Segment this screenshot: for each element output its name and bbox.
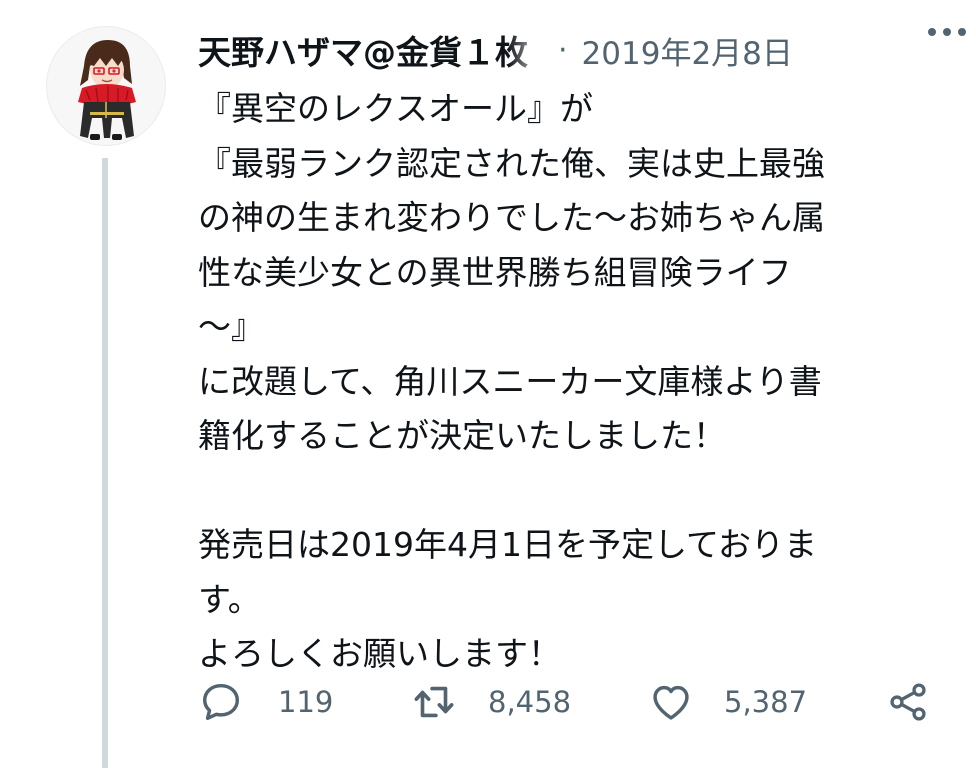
tweet-text-line: 『最弱ランク認定された俺、実は史上最強 (198, 143, 825, 183)
tweet-text-line: 『異空のレクスオール』が (198, 89, 594, 128)
tweet-text: 『異空のレクスオール』が 『最弱ランク認定された俺、実は史上最強 の神の生まれ変… (198, 82, 938, 682)
retweet-icon (414, 686, 454, 718)
like-button[interactable]: 5,387 (648, 674, 807, 730)
like-count: 5,387 (724, 685, 808, 719)
share-icon (890, 683, 926, 721)
retweet-count: 8,458 (488, 685, 572, 719)
tweet-text-line: の神の生まれ変わりでした〜お姉ちゃん属 (198, 198, 825, 237)
tweet-header: 天野ハザマ@金貨１枚 · 2019年2月8日 (198, 20, 968, 80)
tweet-actions: 119 8,458 5,387 (198, 674, 938, 730)
tweet-text-line: に改題して、角川スニーカー文庫様より書 (198, 361, 822, 401)
tweet: 天野ハザマ@金貨１枚 · 2019年2月8日 『異空のレクスオール』が 『最弱ラ… (0, 0, 976, 768)
reply-icon (202, 683, 240, 721)
tweet-text-line: 〜』 (198, 307, 264, 346)
header-separator: · (558, 32, 568, 68)
tweet-text-line: 籍化することが決定いたしました！ (198, 416, 726, 455)
thread-line (102, 158, 108, 768)
tweet-text-line: 性な美少女との異世界勝ち組冒険ライフ (198, 252, 792, 292)
tweet-text-line: す。 (198, 579, 261, 619)
reply-count: 119 (278, 685, 334, 719)
tweet-text-line: 発売日は2019年4月1日を予定しておりま (198, 525, 817, 564)
tweet-date[interactable]: 2019年2月8日 (582, 28, 793, 73)
avatar[interactable] (46, 26, 166, 146)
share-button[interactable] (886, 674, 930, 730)
avatar-illustration (78, 40, 136, 140)
reply-button[interactable]: 119 (198, 674, 333, 730)
author-name[interactable]: 天野ハザマ@金貨１枚 (198, 26, 550, 74)
more-options-icon (928, 28, 966, 36)
retweet-button[interactable]: 8,458 (410, 674, 571, 730)
more-options-button[interactable] (906, 12, 966, 52)
heart-icon (653, 685, 689, 720)
